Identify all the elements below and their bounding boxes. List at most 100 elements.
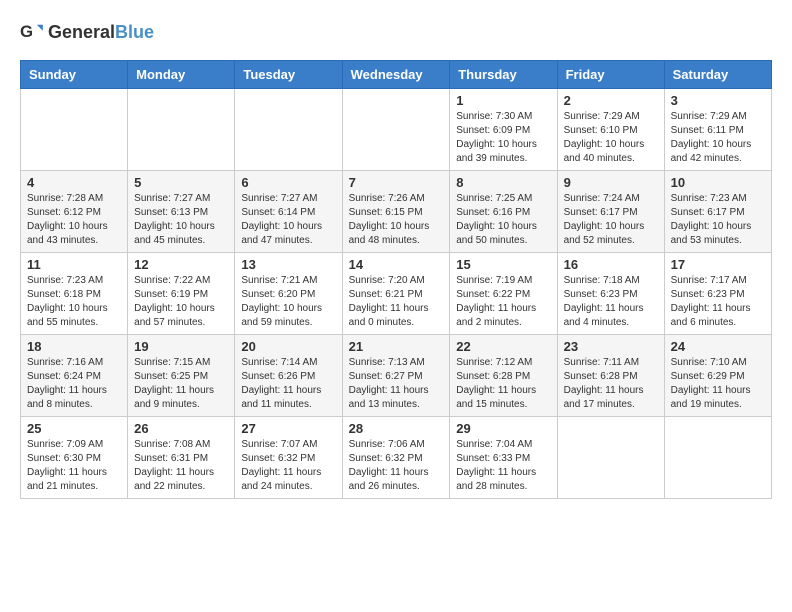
day-number: 18 xyxy=(27,339,121,354)
weekday-header: Thursday xyxy=(450,61,557,89)
day-number: 1 xyxy=(456,93,550,108)
day-number: 22 xyxy=(456,339,550,354)
day-info: Sunrise: 7:23 AM Sunset: 6:18 PM Dayligh… xyxy=(27,274,121,330)
calendar-cell xyxy=(235,89,342,171)
calendar-cell: 29 Sunrise: 7:04 AM Sunset: 6:33 PM Dayli… xyxy=(450,417,557,499)
calendar-cell: 7 Sunrise: 7:26 AM Sunset: 6:15 PM Daylig… xyxy=(342,171,450,253)
day-number: 7 xyxy=(349,175,444,190)
day-number: 29 xyxy=(456,421,550,436)
day-info: Sunrise: 7:14 AM Sunset: 6:26 PM Dayligh… xyxy=(241,356,335,412)
calendar-cell: 25 Sunrise: 7:09 AM Sunset: 6:30 PM Dayli… xyxy=(21,417,128,499)
day-number: 5 xyxy=(134,175,228,190)
calendar-cell xyxy=(128,89,235,171)
day-number: 11 xyxy=(27,257,121,272)
calendar-cell: 8Sunrise: 7:25 AM Sunset: 6:16 PM Daylig… xyxy=(450,171,557,253)
day-number: 21 xyxy=(349,339,444,354)
day-number: 16 xyxy=(564,257,658,272)
calendar-cell: 6 Sunrise: 7:27 AM Sunset: 6:14 PM Daylig… xyxy=(235,171,342,253)
day-number: 28 xyxy=(349,421,444,436)
calendar-cell: 21 Sunrise: 7:13 AM Sunset: 6:27 PM Dayli… xyxy=(342,335,450,417)
day-info: Sunrise: 7:26 AM Sunset: 6:15 PM Dayligh… xyxy=(349,192,444,248)
day-info: Sunrise: 7:27 AM Sunset: 6:14 PM Dayligh… xyxy=(241,192,335,248)
day-number: 20 xyxy=(241,339,335,354)
day-number: 19 xyxy=(134,339,228,354)
day-info: Sunrise: 7:23 AM Sunset: 6:17 PM Dayligh… xyxy=(671,192,765,248)
day-info: Sunrise: 7:29 AM Sunset: 6:10 PM Dayligh… xyxy=(564,110,658,166)
calendar-cell: 5 Sunrise: 7:27 AM Sunset: 6:13 PM Daylig… xyxy=(128,171,235,253)
day-number: 13 xyxy=(241,257,335,272)
day-info: Sunrise: 7:22 AM Sunset: 6:19 PM Dayligh… xyxy=(134,274,228,330)
day-info: Sunrise: 7:08 AM Sunset: 6:31 PM Dayligh… xyxy=(134,438,228,494)
day-number: 27 xyxy=(241,421,335,436)
calendar-cell xyxy=(557,417,664,499)
calendar-cell xyxy=(664,417,771,499)
calendar-week-row: 11 Sunrise: 7:23 AM Sunset: 6:18 PM Dayli… xyxy=(21,253,772,335)
day-number: 8 xyxy=(456,175,550,190)
calendar-cell: 11 Sunrise: 7:23 AM Sunset: 6:18 PM Dayli… xyxy=(21,253,128,335)
day-number: 26 xyxy=(134,421,228,436)
day-info: Sunrise: 7:16 AM Sunset: 6:24 PM Dayligh… xyxy=(27,356,121,412)
day-info: Sunrise: 7:17 AM Sunset: 6:23 PM Dayligh… xyxy=(671,274,765,330)
calendar-cell: 9 Sunrise: 7:24 AM Sunset: 6:17 PM Daylig… xyxy=(557,171,664,253)
logo-icon: G xyxy=(20,20,44,44)
calendar-cell: 13Sunrise: 7:21 AM Sunset: 6:20 PM Dayli… xyxy=(235,253,342,335)
day-number: 23 xyxy=(564,339,658,354)
calendar-cell: 27 Sunrise: 7:07 AM Sunset: 6:32 PM Dayli… xyxy=(235,417,342,499)
day-info: Sunrise: 7:28 AM Sunset: 6:12 PM Dayligh… xyxy=(27,192,121,248)
day-info: Sunrise: 7:13 AM Sunset: 6:27 PM Dayligh… xyxy=(349,356,444,412)
day-info: Sunrise: 7:06 AM Sunset: 6:32 PM Dayligh… xyxy=(349,438,444,494)
day-info: Sunrise: 7:27 AM Sunset: 6:13 PM Dayligh… xyxy=(134,192,228,248)
day-info: Sunrise: 7:18 AM Sunset: 6:23 PM Dayligh… xyxy=(564,274,658,330)
calendar-cell: 12 Sunrise: 7:22 AM Sunset: 6:19 PM Dayli… xyxy=(128,253,235,335)
calendar-week-row: 25 Sunrise: 7:09 AM Sunset: 6:30 PM Dayli… xyxy=(21,417,772,499)
calendar-cell: 18 Sunrise: 7:16 AM Sunset: 6:24 PM Dayli… xyxy=(21,335,128,417)
calendar-cell: 1 Sunrise: 7:30 AM Sunset: 6:09 PM Daylig… xyxy=(450,89,557,171)
calendar-cell: 22 Sunrise: 7:12 AM Sunset: 6:28 PM Dayli… xyxy=(450,335,557,417)
calendar-cell: 23Sunrise: 7:11 AM Sunset: 6:28 PM Dayli… xyxy=(557,335,664,417)
day-info: Sunrise: 7:07 AM Sunset: 6:32 PM Dayligh… xyxy=(241,438,335,494)
calendar-week-row: 18 Sunrise: 7:16 AM Sunset: 6:24 PM Dayli… xyxy=(21,335,772,417)
weekday-header: Friday xyxy=(557,61,664,89)
weekday-header: Monday xyxy=(128,61,235,89)
weekday-header: Saturday xyxy=(664,61,771,89)
calendar-cell: 26 Sunrise: 7:08 AM Sunset: 6:31 PM Dayli… xyxy=(128,417,235,499)
day-info: Sunrise: 7:20 AM Sunset: 6:21 PM Dayligh… xyxy=(349,274,444,330)
day-info: Sunrise: 7:30 AM Sunset: 6:09 PM Dayligh… xyxy=(456,110,550,166)
day-number: 17 xyxy=(671,257,765,272)
day-number: 2 xyxy=(564,93,658,108)
day-number: 25 xyxy=(27,421,121,436)
day-number: 24 xyxy=(671,339,765,354)
calendar-cell: 19 Sunrise: 7:15 AM Sunset: 6:25 PM Dayli… xyxy=(128,335,235,417)
logo-general-text: GeneralBlue xyxy=(48,22,154,43)
weekday-header: Sunday xyxy=(21,61,128,89)
weekday-header: Wednesday xyxy=(342,61,450,89)
day-info: Sunrise: 7:19 AM Sunset: 6:22 PM Dayligh… xyxy=(456,274,550,330)
day-number: 9 xyxy=(564,175,658,190)
day-info: Sunrise: 7:04 AM Sunset: 6:33 PM Dayligh… xyxy=(456,438,550,494)
calendar-cell: 28 Sunrise: 7:06 AM Sunset: 6:32 PM Dayli… xyxy=(342,417,450,499)
day-number: 15 xyxy=(456,257,550,272)
calendar-cell: 10 Sunrise: 7:23 AM Sunset: 6:17 PM Dayli… xyxy=(664,171,771,253)
calendar-week-row: 1 Sunrise: 7:30 AM Sunset: 6:09 PM Daylig… xyxy=(21,89,772,171)
calendar-cell: 14Sunrise: 7:20 AM Sunset: 6:21 PM Dayli… xyxy=(342,253,450,335)
day-info: Sunrise: 7:24 AM Sunset: 6:17 PM Dayligh… xyxy=(564,192,658,248)
day-info: Sunrise: 7:12 AM Sunset: 6:28 PM Dayligh… xyxy=(456,356,550,412)
calendar-cell: 17 Sunrise: 7:17 AM Sunset: 6:23 PM Dayli… xyxy=(664,253,771,335)
calendar-cell: 20 Sunrise: 7:14 AM Sunset: 6:26 PM Dayli… xyxy=(235,335,342,417)
calendar-cell xyxy=(342,89,450,171)
calendar-cell: 16 Sunrise: 7:18 AM Sunset: 6:23 PM Dayli… xyxy=(557,253,664,335)
day-number: 10 xyxy=(671,175,765,190)
day-info: Sunrise: 7:29 AM Sunset: 6:11 PM Dayligh… xyxy=(671,110,765,166)
day-number: 3 xyxy=(671,93,765,108)
day-number: 12 xyxy=(134,257,228,272)
weekday-header: Tuesday xyxy=(235,61,342,89)
day-number: 6 xyxy=(241,175,335,190)
day-number: 4 xyxy=(27,175,121,190)
day-info: Sunrise: 7:09 AM Sunset: 6:30 PM Dayligh… xyxy=(27,438,121,494)
calendar-cell: 24Sunrise: 7:10 AM Sunset: 6:29 PM Dayli… xyxy=(664,335,771,417)
calendar-cell: 3 Sunrise: 7:29 AM Sunset: 6:11 PM Daylig… xyxy=(664,89,771,171)
calendar-cell xyxy=(21,89,128,171)
page-header: G GeneralBlue xyxy=(20,20,772,44)
day-info: Sunrise: 7:15 AM Sunset: 6:25 PM Dayligh… xyxy=(134,356,228,412)
logo: G GeneralBlue xyxy=(20,20,154,44)
